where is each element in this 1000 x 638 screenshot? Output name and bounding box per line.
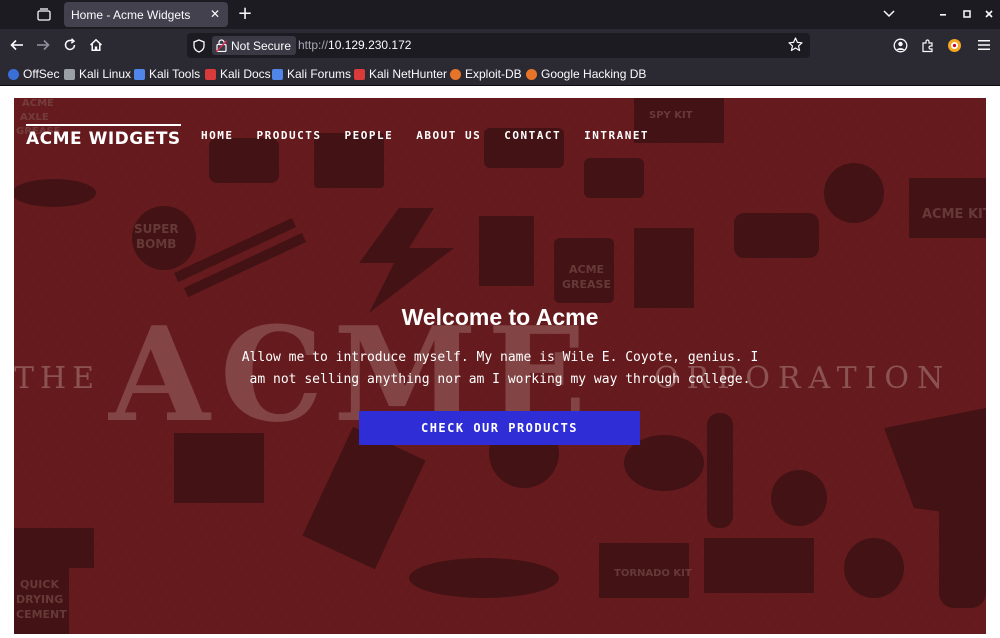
tab-strip: Home - Acme Widgets ✕ + [0,0,1000,29]
bookmark-kali-nethunter[interactable]: Kali NetHunter [354,65,447,83]
app-menu-icon[interactable] [974,35,994,55]
bookmark-kali-docs[interactable]: Kali Docs [205,65,271,83]
bookmark-label: Kali Docs [220,67,271,81]
google-hacking-db-icon [526,68,537,80]
kali-forums-icon [272,68,283,80]
site-nav: HOME PRODUCTS PEOPLE ABOUT US CONTACT IN… [201,129,672,142]
kali-nethunter-icon [354,68,365,80]
tracking-protection-icon[interactable] [193,38,207,53]
url-text[interactable]: http://10.129.230.172 [298,38,411,52]
nav-link-contact[interactable]: CONTACT [504,129,561,142]
nav-link-intranet[interactable]: INTRANET [584,129,649,142]
account-icon[interactable] [890,35,910,55]
bookmark-kali-linux[interactable]: Kali Linux [64,65,131,83]
tab-list-icon[interactable] [33,5,55,23]
offsec-icon [8,68,19,80]
maximize-icon[interactable] [958,4,976,24]
not-secure-label: Not Secure [231,38,292,53]
check-our-products-button[interactable]: CHECK OUR PRODUCTS [359,411,640,445]
exploit-db-icon [450,68,461,80]
site-logo[interactable]: ACME WIDGETS [26,124,181,149]
new-tab-icon[interactable]: + [236,4,254,24]
hero-section: THE ACME ORPORATION SUPER BOMB ACME GREA… [14,98,986,634]
kali-tools-icon [134,68,145,80]
nav-link-people[interactable]: PEOPLE [344,129,393,142]
nav-link-products[interactable]: PRODUCTS [257,129,322,142]
bookmark-google-hacking-db[interactable]: Google Hacking DB [526,65,646,83]
extensions-icon[interactable] [917,35,937,55]
bookmark-label: Google Hacking DB [541,67,647,81]
bookmark-offsec[interactable]: OffSec [8,65,59,83]
address-bar[interactable]: Not Secure http://10.129.230.172 [187,33,810,58]
tab-home-acme-widgets[interactable]: Home - Acme Widgets ✕ [64,2,228,27]
bookmarks-toolbar: OffSec Kali Linux Kali Tools Kali Docs K… [0,62,1000,86]
bookmark-label: Kali Linux [79,67,132,81]
page-viewport: THE ACME ORPORATION SUPER BOMB ACME GREA… [0,86,1000,638]
bookmark-exploit-db[interactable]: Exploit-DB [450,65,522,83]
navigation-toolbar: Not Secure http://10.129.230.172 [0,29,1000,62]
bookmark-label: Kali NetHunter [369,67,448,81]
bookmark-label: Kali Forums [287,67,352,81]
list-all-tabs-icon[interactable] [880,4,898,24]
kali-linux-icon [64,68,75,80]
hero-text: Allow me to introduce myself. My name is… [241,350,759,387]
nav-link-home[interactable]: HOME [201,129,234,142]
extension-badge-icon[interactable] [944,35,964,55]
home-icon[interactable] [86,35,106,55]
nav-link-about-us[interactable]: ABOUT US [416,129,481,142]
bookmark-star-icon[interactable] [788,37,804,53]
not-secure-badge[interactable]: Not Secure [212,36,297,55]
url-host: 10.129.230.172 [328,38,412,52]
bookmark-kali-tools[interactable]: Kali Tools [134,65,200,83]
kali-docs-icon [205,68,216,80]
reload-icon[interactable] [60,35,80,55]
bookmark-label: OffSec [23,67,60,81]
broken-lock-icon [216,39,227,52]
bookmark-label: Kali Tools [149,67,201,81]
tab-close-icon[interactable]: ✕ [208,7,222,21]
minimize-icon[interactable] [934,4,952,24]
url-scheme: http:// [298,38,329,52]
tab-title: Home - Acme Widgets [71,7,191,22]
bookmark-label: Exploit-DB [465,67,522,81]
forward-icon[interactable] [33,35,53,55]
close-window-icon[interactable] [980,4,998,24]
back-icon[interactable] [7,35,27,55]
hero-title: Welcome to Acme [401,304,599,330]
bookmark-kali-forums[interactable]: Kali Forums [272,65,351,83]
